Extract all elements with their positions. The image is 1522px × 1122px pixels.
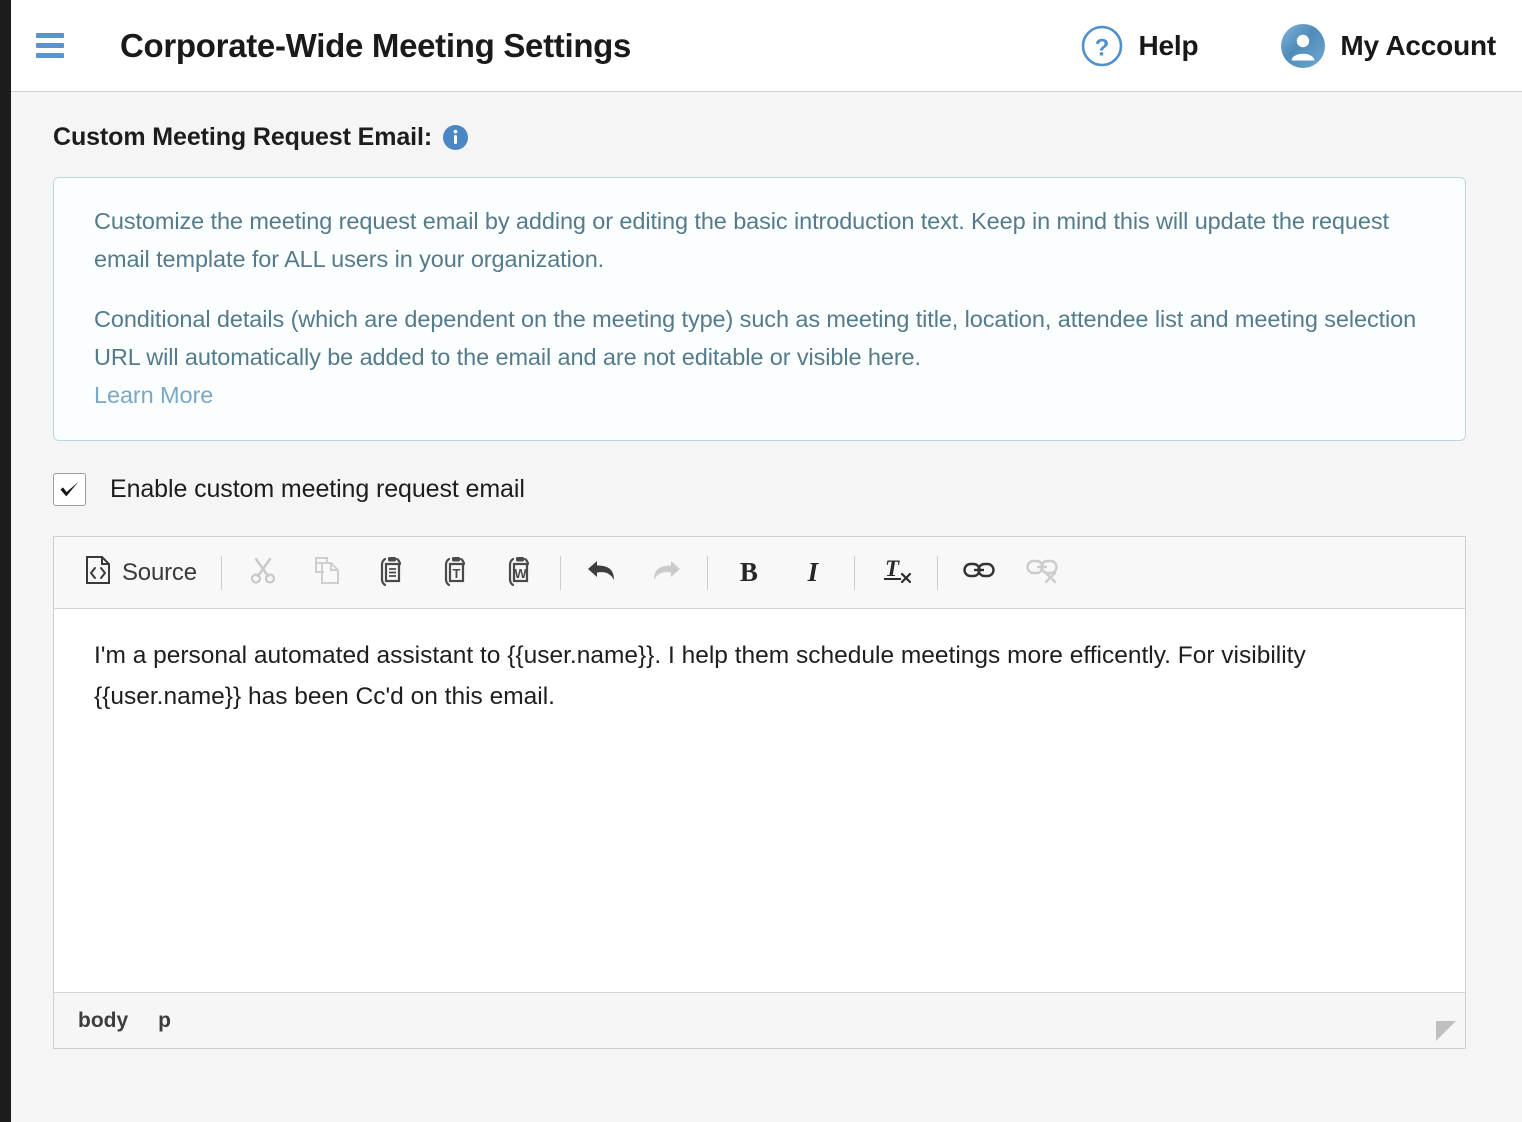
- clipboard-text-icon: T: [439, 554, 471, 591]
- left-edge-rail: [0, 0, 11, 1122]
- bold-icon: B: [739, 557, 758, 587]
- my-account-label: My Account: [1340, 29, 1496, 61]
- editor-body-paragraph: I'm a personal automated assistant to {{…: [94, 642, 1306, 710]
- checkmark-icon: [60, 481, 79, 497]
- source-code-icon: [84, 555, 112, 590]
- toolbar-separator: [559, 555, 561, 590]
- help-label: Help: [1138, 29, 1199, 61]
- clipboard-icon: [375, 554, 407, 591]
- paste-as-plain-text-button[interactable]: T: [430, 551, 480, 595]
- my-account-button[interactable]: My Account: [1280, 23, 1496, 69]
- svg-text:T: T: [885, 556, 900, 581]
- toolbar-separator: [853, 555, 855, 590]
- redo-arrow-icon: [649, 556, 683, 589]
- enable-custom-email-row: Enable custom meeting request email: [53, 473, 1494, 506]
- info-circle-icon[interactable]: [443, 125, 469, 150]
- editor-toolbar: Source T W B I T: [54, 537, 1465, 609]
- page-title: Corporate-Wide Meeting Settings: [120, 26, 632, 64]
- rich-text-editor: Source T W B I T I'm a personal automate…: [53, 536, 1466, 1049]
- section-header: Custom Meeting Request Email:: [53, 92, 1494, 152]
- clipboard-word-icon: W: [503, 554, 535, 591]
- editor-content-area[interactable]: I'm a personal automated assistant to {{…: [54, 609, 1465, 992]
- italic-button[interactable]: I: [788, 551, 838, 595]
- enable-custom-email-checkbox[interactable]: [53, 473, 86, 506]
- italic-icon: I: [807, 557, 819, 587]
- svg-text:?: ?: [1095, 34, 1110, 61]
- header-actions: ? Help My Account: [1080, 23, 1496, 69]
- unlink-icon: [1025, 556, 1061, 589]
- editor-status-bar: body p: [54, 992, 1465, 1048]
- link-icon: [962, 558, 996, 587]
- info-banner: Customize the meeting request email by a…: [53, 177, 1466, 441]
- undo-button[interactable]: [577, 551, 627, 595]
- paste-from-word-button[interactable]: W: [494, 551, 544, 595]
- svg-text:W: W: [514, 566, 527, 581]
- toolbar-separator: [706, 555, 708, 590]
- enable-custom-email-label: Enable custom meeting request email: [110, 475, 525, 503]
- copy-button[interactable]: [302, 551, 352, 595]
- section-title-text: Custom Meeting Request Email:: [53, 123, 433, 151]
- redo-button[interactable]: [641, 551, 691, 595]
- help-button[interactable]: ? Help: [1080, 24, 1199, 68]
- source-button[interactable]: Source: [78, 551, 205, 595]
- unlink-button[interactable]: [1018, 551, 1068, 595]
- user-avatar-icon: [1280, 23, 1326, 69]
- resize-handle-icon[interactable]: [1435, 1020, 1457, 1042]
- learn-more-link[interactable]: Learn More: [94, 376, 213, 414]
- main-content: Custom Meeting Request Email: Customize …: [11, 92, 1522, 1049]
- info-paragraph-1: Customize the meeting request email by a…: [94, 208, 1389, 272]
- element-path-p[interactable]: p: [158, 1009, 171, 1033]
- link-button[interactable]: [954, 551, 1004, 595]
- source-label: Source: [122, 558, 197, 586]
- remove-format-icon: T: [879, 554, 913, 591]
- help-circle-icon: ?: [1080, 24, 1124, 68]
- cut-button[interactable]: [238, 551, 288, 595]
- element-path-body[interactable]: body: [78, 1009, 128, 1033]
- paste-button[interactable]: [366, 551, 416, 595]
- toolbar-separator: [936, 555, 938, 590]
- info-paragraph-2: Conditional details (which are dependent…: [94, 300, 1427, 414]
- undo-arrow-icon: [585, 556, 619, 589]
- page-container: Corporate-Wide Meeting Settings ? Help M…: [11, 0, 1522, 1122]
- remove-format-button[interactable]: T: [871, 551, 921, 595]
- scissors-icon: [248, 555, 278, 590]
- svg-text:T: T: [452, 566, 460, 581]
- info-paragraph-2-text: Conditional details (which are dependent…: [94, 306, 1417, 370]
- bold-button[interactable]: B: [724, 551, 774, 595]
- hamburger-menu-icon[interactable]: [36, 33, 64, 58]
- toolbar-separator: [220, 555, 222, 590]
- copy-icon: [312, 555, 342, 590]
- app-header: Corporate-Wide Meeting Settings ? Help M…: [11, 0, 1522, 92]
